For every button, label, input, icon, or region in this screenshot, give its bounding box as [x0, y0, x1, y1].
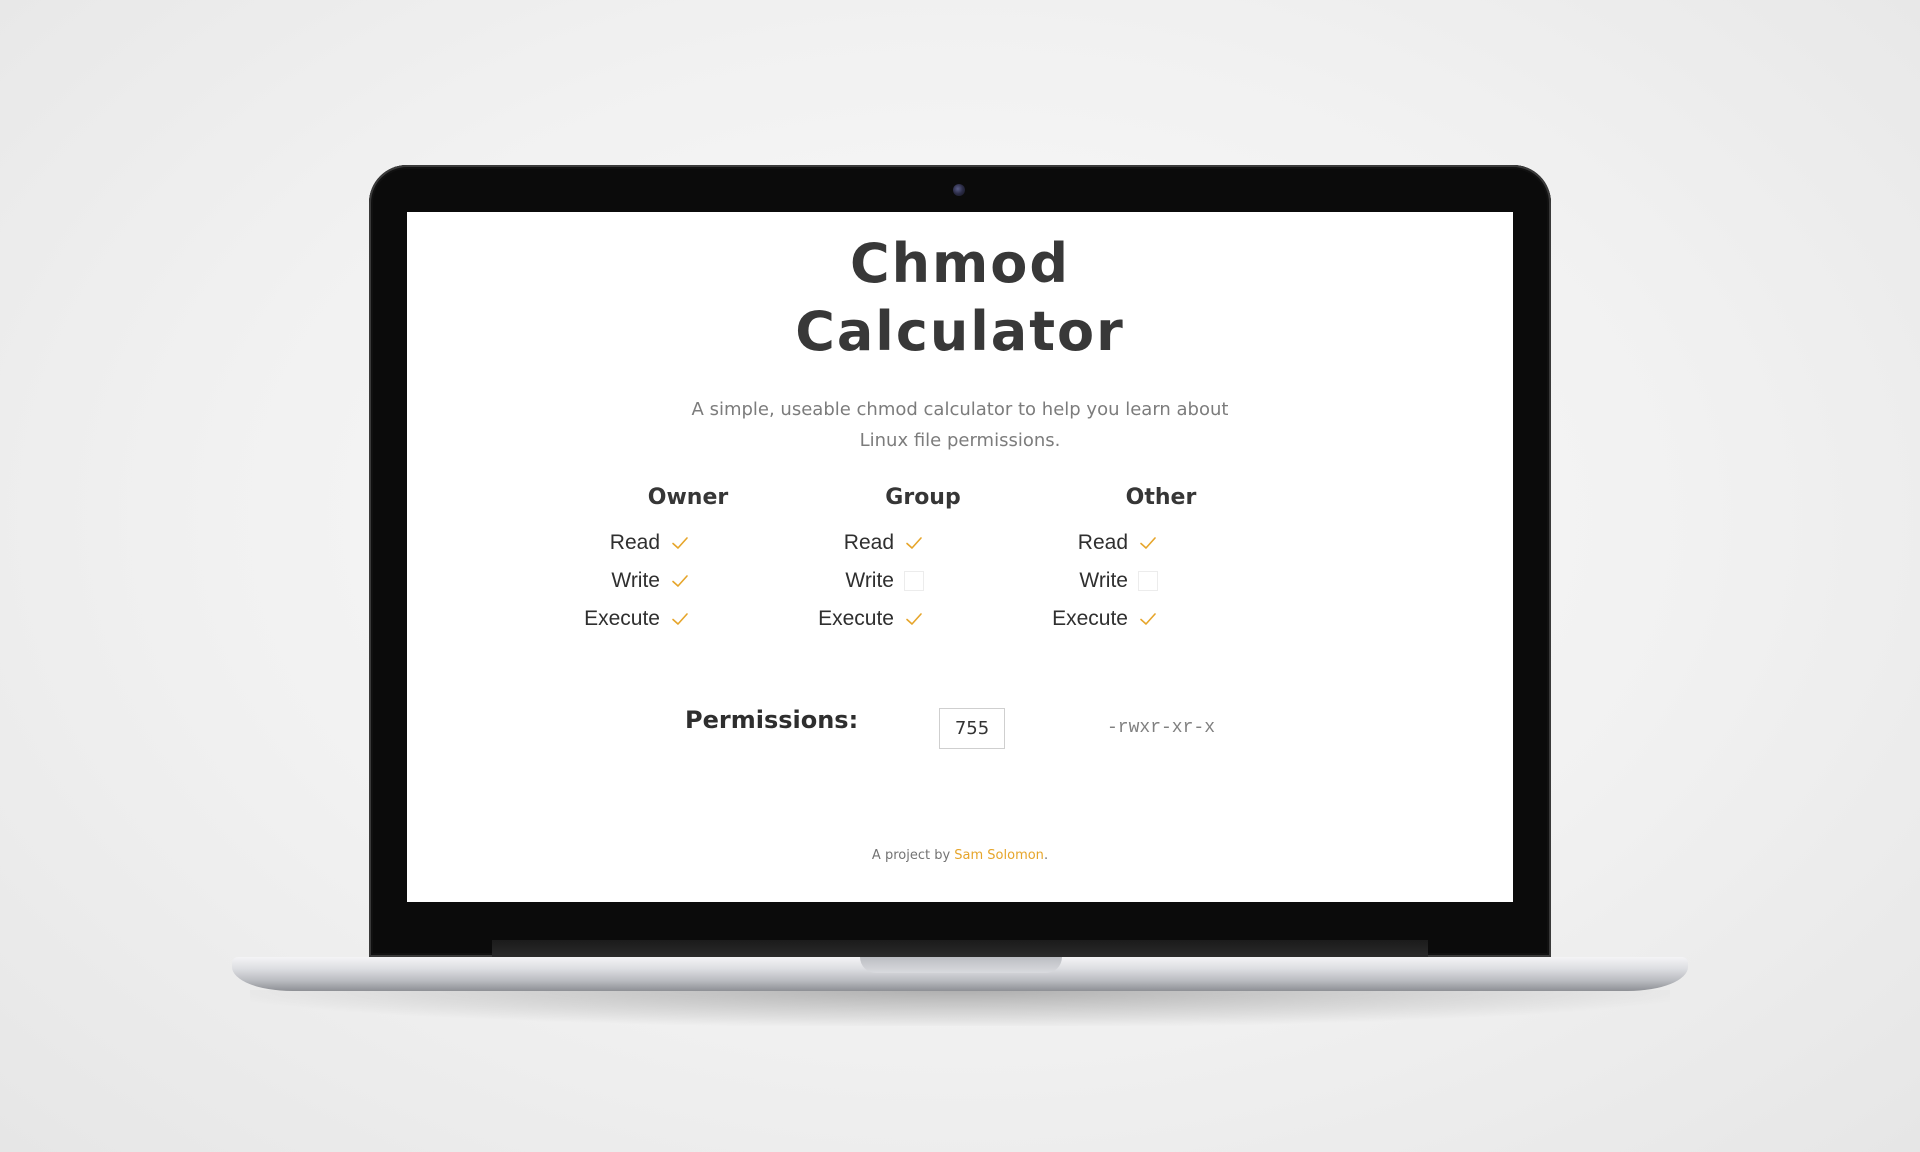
octal-permissions-input[interactable]: [939, 708, 1005, 749]
other-read-label: Read: [1077, 531, 1128, 554]
other-write-checkbox[interactable]: [1138, 571, 1158, 591]
webcam-icon: [953, 184, 965, 196]
owner-write-checkbox[interactable]: [670, 571, 690, 591]
group-execute-label: Execute: [818, 607, 894, 630]
group-write-label: Write: [845, 569, 894, 592]
checkmark-icon: [672, 613, 688, 625]
owner-execute-checkbox[interactable]: [670, 609, 690, 629]
owner-write-row: Write: [540, 567, 690, 595]
group-write-checkbox[interactable]: [904, 571, 924, 591]
footer-suffix: .: [1043, 848, 1049, 863]
group-read-label: Read: [843, 531, 894, 554]
checkmark-icon: [672, 537, 688, 549]
other-read-checkbox[interactable]: [1138, 533, 1158, 553]
page-subtitle: A simple, useable chmod calculator to he…: [407, 394, 1513, 456]
owner-execute-label: Execute: [584, 607, 660, 630]
checkmark-icon: [1140, 537, 1156, 549]
column-header-other: Other: [1125, 485, 1197, 510]
column-header-group: Group: [885, 485, 961, 510]
checkmark-icon: [1140, 613, 1156, 625]
other-execute-checkbox[interactable]: [1138, 609, 1158, 629]
group-write-row: Write: [774, 567, 924, 595]
other-read-row: Read: [1008, 529, 1158, 557]
laptop-opening-notch: [860, 957, 1062, 973]
permissions-label: Permissions:: [685, 706, 859, 734]
other-write-row: Write: [1008, 567, 1158, 595]
footer-prefix: A project by: [871, 848, 955, 863]
page-title: Chmod Calculator: [407, 230, 1513, 366]
laptop-screen: Chmod Calculator A simple, useable chmod…: [407, 212, 1513, 902]
other-write-label: Write: [1079, 569, 1128, 592]
checkmark-icon: [906, 613, 922, 625]
column-header-owner: Owner: [647, 485, 729, 510]
page-title-line-1: Chmod: [849, 232, 1071, 295]
group-read-checkbox[interactable]: [904, 533, 924, 553]
owner-write-label: Write: [611, 569, 660, 592]
owner-execute-row: Execute: [540, 605, 690, 633]
laptop-hinge: [492, 940, 1428, 957]
owner-read-label: Read: [609, 531, 660, 554]
group-execute-checkbox[interactable]: [904, 609, 924, 629]
footer: A project by Sam Solomon.: [407, 848, 1513, 863]
owner-read-checkbox[interactable]: [670, 533, 690, 553]
page-subtitle-line-2: Linux file permissions.: [859, 430, 1061, 451]
group-execute-row: Execute: [774, 605, 924, 633]
checkmark-icon: [672, 575, 688, 587]
checkmark-icon: [906, 537, 922, 549]
other-execute-row: Execute: [1008, 605, 1158, 633]
owner-read-row: Read: [540, 529, 690, 557]
group-read-row: Read: [774, 529, 924, 557]
author-link[interactable]: Sam Solomon: [954, 848, 1044, 863]
laptop-shadow: [250, 990, 1670, 1026]
symbolic-permissions: -rwxr-xr-x: [1107, 718, 1216, 738]
page-title-line-2: Calculator: [795, 300, 1125, 363]
other-execute-label: Execute: [1052, 607, 1128, 630]
page-subtitle-line-1: A simple, useable chmod calculator to he…: [691, 399, 1229, 420]
